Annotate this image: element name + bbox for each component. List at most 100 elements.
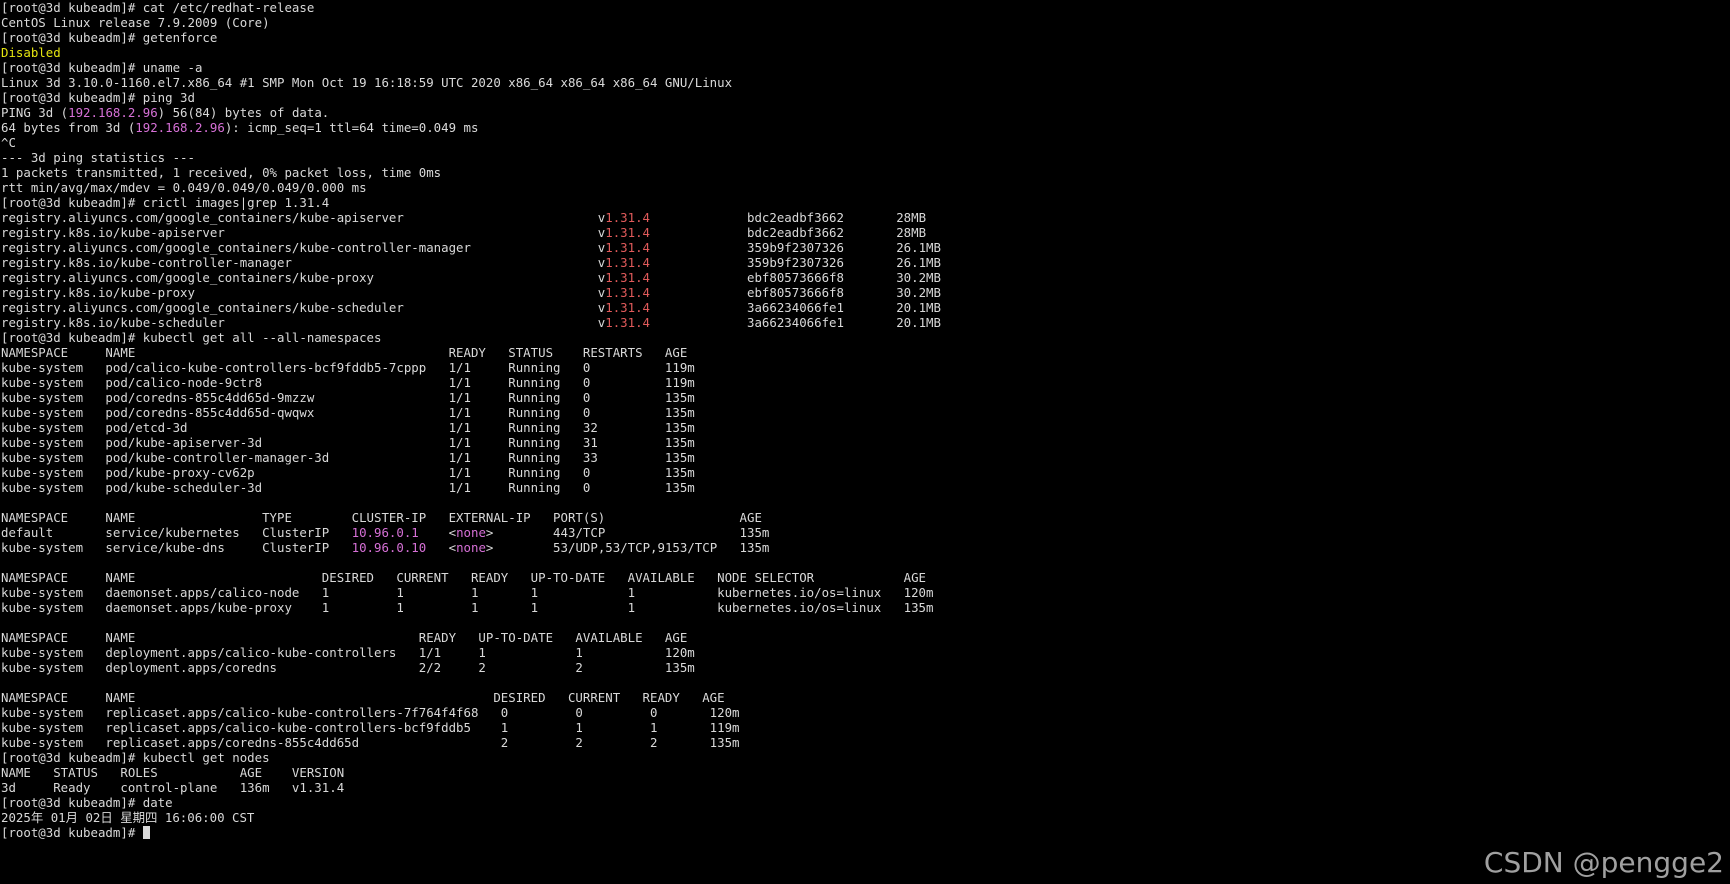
terminal-text-segment: [root@3d kubeadm]# getenforce (1, 30, 218, 45)
terminal-text-segment: NAMESPACE NAME DESIRED CURRENT READY AGE (1, 690, 725, 705)
terminal-text-segment: kube-system pod/coredns-855c4dd65d-9mzzw… (1, 390, 695, 405)
terminal-text-segment: NAME STATUS ROLES AGE VERSION (1, 765, 345, 780)
watermark-text: CSDN @pengge2 (1483, 846, 1724, 879)
terminal-text-segment: kube-system pod/calico-kube-controllers-… (1, 360, 695, 375)
terminal-text-segment: kube-system pod/kube-controller-manager-… (1, 450, 695, 465)
terminal-line: kube-system pod/kube-apiserver-3d 1/1 Ru… (1, 435, 1730, 450)
terminal-text-segment: kube-system replicaset.apps/coredns-855c… (1, 735, 740, 750)
terminal-text-segment: kube-system service/kube-dns ClusterIP (1, 540, 352, 555)
terminal-text-segment: kube-system pod/etcd-3d 1/1 Running 32 1… (1, 420, 695, 435)
terminal-text-segment: [root@3d kubeadm]# kubectl get all --all… (1, 330, 382, 345)
terminal-text-segment: kube-system pod/coredns-855c4dd65d-qwqwx… (1, 405, 695, 420)
terminal-line: kube-system deployment.apps/coredns 2/2 … (1, 660, 1730, 675)
terminal-line: NAMESPACE NAME READY UP-TO-DATE AVAILABL… (1, 630, 1730, 645)
terminal-text-segment: 1.31.4 (605, 285, 651, 300)
terminal-text-segment: ^C (1, 135, 16, 150)
terminal-text-segment: kube-system pod/kube-apiserver-3d 1/1 Ru… (1, 435, 695, 450)
terminal-line: registry.k8s.io/kube-controller-manager … (1, 255, 1730, 270)
terminal-text-segment: CentOS Linux release 7.9.2009 (Core) (1, 15, 270, 30)
terminal-line: registry.k8s.io/kube-proxy v1.31.4 ebf80… (1, 285, 1730, 300)
terminal-text-segment: registry.k8s.io/kube-scheduler v (1, 315, 606, 330)
terminal-line: registry.aliyuncs.com/google_containers/… (1, 270, 1730, 285)
terminal-line: [root@3d kubeadm]# date (1, 795, 1730, 810)
terminal-line: 1 packets transmitted, 1 received, 0% pa… (1, 165, 1730, 180)
terminal-text-segment: NAMESPACE NAME TYPE CLUSTER-IP EXTERNAL-… (1, 510, 762, 525)
terminal-text-segment: < (418, 525, 457, 540)
terminal-line: kube-system pod/kube-proxy-cv62p 1/1 Run… (1, 465, 1730, 480)
terminal-text-segment: kube-system pod/kube-proxy-cv62p 1/1 Run… (1, 465, 695, 480)
terminal-window[interactable]: [root@3d kubeadm]# cat /etc/redhat-relea… (0, 0, 1730, 884)
terminal-text-segment: registry.aliyuncs.com/google_containers/… (1, 240, 606, 255)
terminal-text-segment: > 53/UDP,53/TCP,9153/TCP 135m (485, 540, 770, 555)
terminal-line: NAMESPACE NAME DESIRED CURRENT READY AGE (1, 690, 1730, 705)
terminal-line: NAMESPACE NAME TYPE CLUSTER-IP EXTERNAL-… (1, 510, 1730, 525)
terminal-text-segment: kube-system deployment.apps/coredns 2/2 … (1, 660, 695, 675)
terminal-line: [root@3d kubeadm]# cat /etc/redhat-relea… (1, 0, 1730, 15)
terminal-text-segment: 359b9f2307326 26.1MB (650, 240, 941, 255)
terminal-output: [root@3d kubeadm]# cat /etc/redhat-relea… (1, 0, 1730, 825)
terminal-line: kube-system pod/calico-kube-controllers-… (1, 360, 1730, 375)
terminal-line: default service/kubernetes ClusterIP 10.… (1, 525, 1730, 540)
terminal-line: kube-system pod/coredns-855c4dd65d-9mzzw… (1, 390, 1730, 405)
terminal-line: Linux 3d 3.10.0-1160.el7.x86_64 #1 SMP M… (1, 75, 1730, 90)
terminal-line: kube-system pod/etcd-3d 1/1 Running 32 1… (1, 420, 1730, 435)
terminal-line: registry.aliyuncs.com/google_containers/… (1, 240, 1730, 255)
terminal-text-segment: 3d Ready control-plane 136m v1.31.4 (1, 780, 345, 795)
terminal-text-segment: < (426, 540, 457, 555)
terminal-text-segment: 1.31.4 (605, 255, 651, 270)
terminal-line: 2025年 01月 02日 星期四 16:06:00 CST (1, 810, 1730, 825)
terminal-text-segment: NAMESPACE NAME READY UP-TO-DATE AVAILABL… (1, 630, 688, 645)
terminal-text-segment: 1.31.4 (605, 210, 651, 225)
terminal-line: kube-system replicaset.apps/calico-kube-… (1, 705, 1730, 720)
terminal-line: Disabled (1, 45, 1730, 60)
terminal-text-segment: kube-system daemonset.apps/calico-node 1… (1, 585, 934, 600)
terminal-text-segment: 192.168.2.96 (135, 120, 225, 135)
terminal-line: kube-system pod/kube-scheduler-3d 1/1 Ru… (1, 480, 1730, 495)
terminal-text-segment: ebf80573666f8 30.2MB (650, 285, 941, 300)
terminal-text-segment: 10.96.0.1 (351, 525, 419, 540)
terminal-line: [root@3d kubeadm]# crictl images|grep 1.… (1, 195, 1730, 210)
text-cursor (142, 826, 150, 839)
terminal-text-segment: 2025年 01月 02日 星期四 16:06:00 CST (1, 810, 255, 825)
terminal-text-segment: bdc2eadbf3662 28MB (650, 225, 927, 240)
terminal-line: NAME STATUS ROLES AGE VERSION (1, 765, 1730, 780)
terminal-text-segment: registry.k8s.io/kube-controller-manager … (1, 255, 606, 270)
terminal-line: ^C (1, 135, 1730, 150)
terminal-text-segment: 3a66234066fe1 20.1MB (650, 315, 941, 330)
terminal-text-segment: none (456, 540, 486, 555)
terminal-line: kube-system deployment.apps/calico-kube-… (1, 645, 1730, 660)
terminal-line: 3d Ready control-plane 136m v1.31.4 (1, 780, 1730, 795)
terminal-text-segment: bdc2eadbf3662 28MB (650, 210, 927, 225)
terminal-text-segment: rtt min/avg/max/mdev = 0.049/0.049/0.049… (1, 180, 367, 195)
terminal-line: registry.k8s.io/kube-apiserver v1.31.4 b… (1, 225, 1730, 240)
terminal-text-segment: kube-system replicaset.apps/calico-kube-… (1, 705, 740, 720)
terminal-line: [root@3d kubeadm]# kubectl get all --all… (1, 330, 1730, 345)
terminal-text-segment: kube-system pod/calico-node-9ctr8 1/1 Ru… (1, 375, 695, 390)
terminal-text-segment: none (456, 525, 486, 540)
terminal-text-segment: default service/kubernetes ClusterIP (1, 525, 352, 540)
terminal-line: [root@3d kubeadm]# kubectl get nodes (1, 750, 1730, 765)
terminal-text-segment: registry.aliyuncs.com/google_containers/… (1, 270, 606, 285)
terminal-line: CentOS Linux release 7.9.2009 (Core) (1, 15, 1730, 30)
terminal-line: kube-system daemonset.apps/kube-proxy 1 … (1, 600, 1730, 615)
terminal-text-segment: 1.31.4 (605, 240, 651, 255)
terminal-prompt: [root@3d kubeadm]# (1, 825, 143, 840)
terminal-text-segment: 359b9f2307326 26.1MB (650, 255, 941, 270)
terminal-text-segment: NAMESPACE NAME DESIRED CURRENT READY UP-… (1, 570, 927, 585)
terminal-text-segment: 1.31.4 (605, 225, 651, 240)
terminal-text-segment: PING 3d ( (1, 105, 69, 120)
terminal-text-segment: 192.168.2.96 (68, 105, 158, 120)
terminal-text-segment: [root@3d kubeadm]# crictl images|grep 1.… (1, 195, 330, 210)
terminal-prompt-line[interactable]: [root@3d kubeadm]# (1, 825, 1730, 840)
terminal-text-segment: > 443/TCP 135m (485, 525, 770, 540)
terminal-line: registry.aliyuncs.com/google_containers/… (1, 300, 1730, 315)
terminal-text-segment: 10.96.0.10 (351, 540, 427, 555)
terminal-line: kube-system pod/coredns-855c4dd65d-qwqwx… (1, 405, 1730, 420)
terminal-text-segment: registry.aliyuncs.com/google_containers/… (1, 300, 606, 315)
terminal-line: kube-system pod/kube-controller-manager-… (1, 450, 1730, 465)
terminal-line: kube-system pod/calico-node-9ctr8 1/1 Ru… (1, 375, 1730, 390)
